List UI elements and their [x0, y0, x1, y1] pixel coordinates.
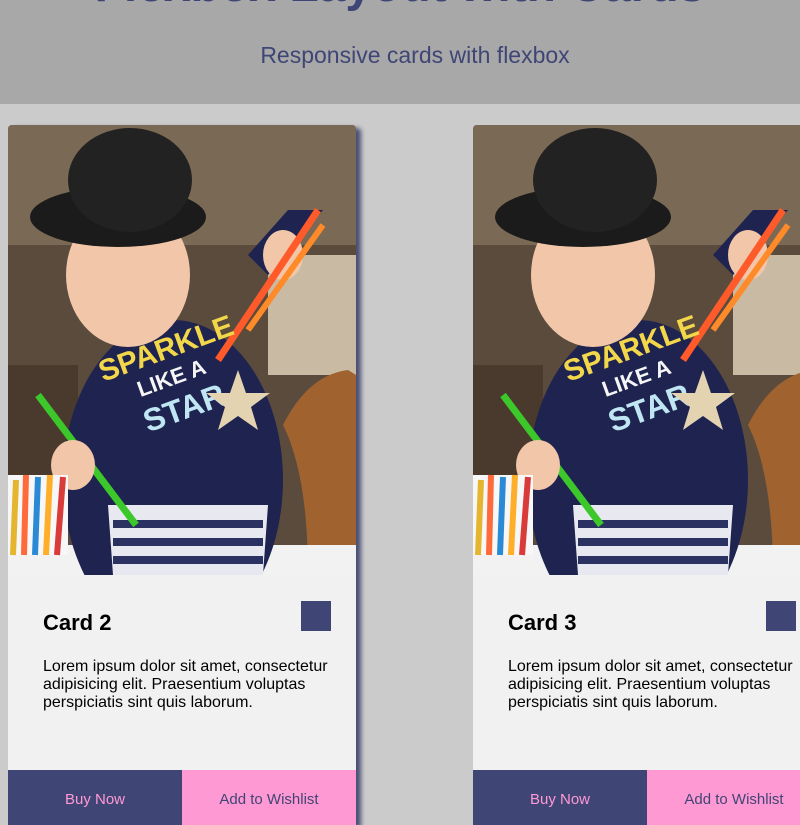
card-accent-square	[301, 601, 331, 631]
page-subtitle: Responsive cards with flexbox	[260, 42, 570, 68]
product-card: SPARKLE LIKE A STAR Card 3 Lorem ipsum d…	[473, 125, 800, 825]
card-description: Lorem ipsum dolor sit amet, consectetur …	[43, 658, 328, 711]
buy-now-button[interactable]: Buy Now	[8, 770, 182, 825]
page-title: Flexbox Layout with Cards	[0, 0, 800, 13]
card-photo: SPARKLE LIKE A STAR	[8, 125, 356, 575]
buy-now-button[interactable]: Buy Now	[473, 770, 647, 825]
page-header: Flexbox Layout with Cards Responsive car…	[0, 0, 800, 104]
card-title: Card 3	[508, 610, 577, 635]
card-title: Card 2	[43, 610, 112, 635]
product-card: SPARKLE LIKE A STAR Card 2 Lorem ipsum d…	[8, 125, 356, 825]
add-to-wishlist-button[interactable]: Add to Wishlist	[182, 770, 356, 825]
card-photo: SPARKLE LIKE A STAR	[473, 125, 800, 575]
add-to-wishlist-button[interactable]: Add to Wishlist	[647, 770, 800, 825]
card-description: Lorem ipsum dolor sit amet, consectetur …	[508, 658, 793, 711]
card-accent-square	[766, 601, 796, 631]
